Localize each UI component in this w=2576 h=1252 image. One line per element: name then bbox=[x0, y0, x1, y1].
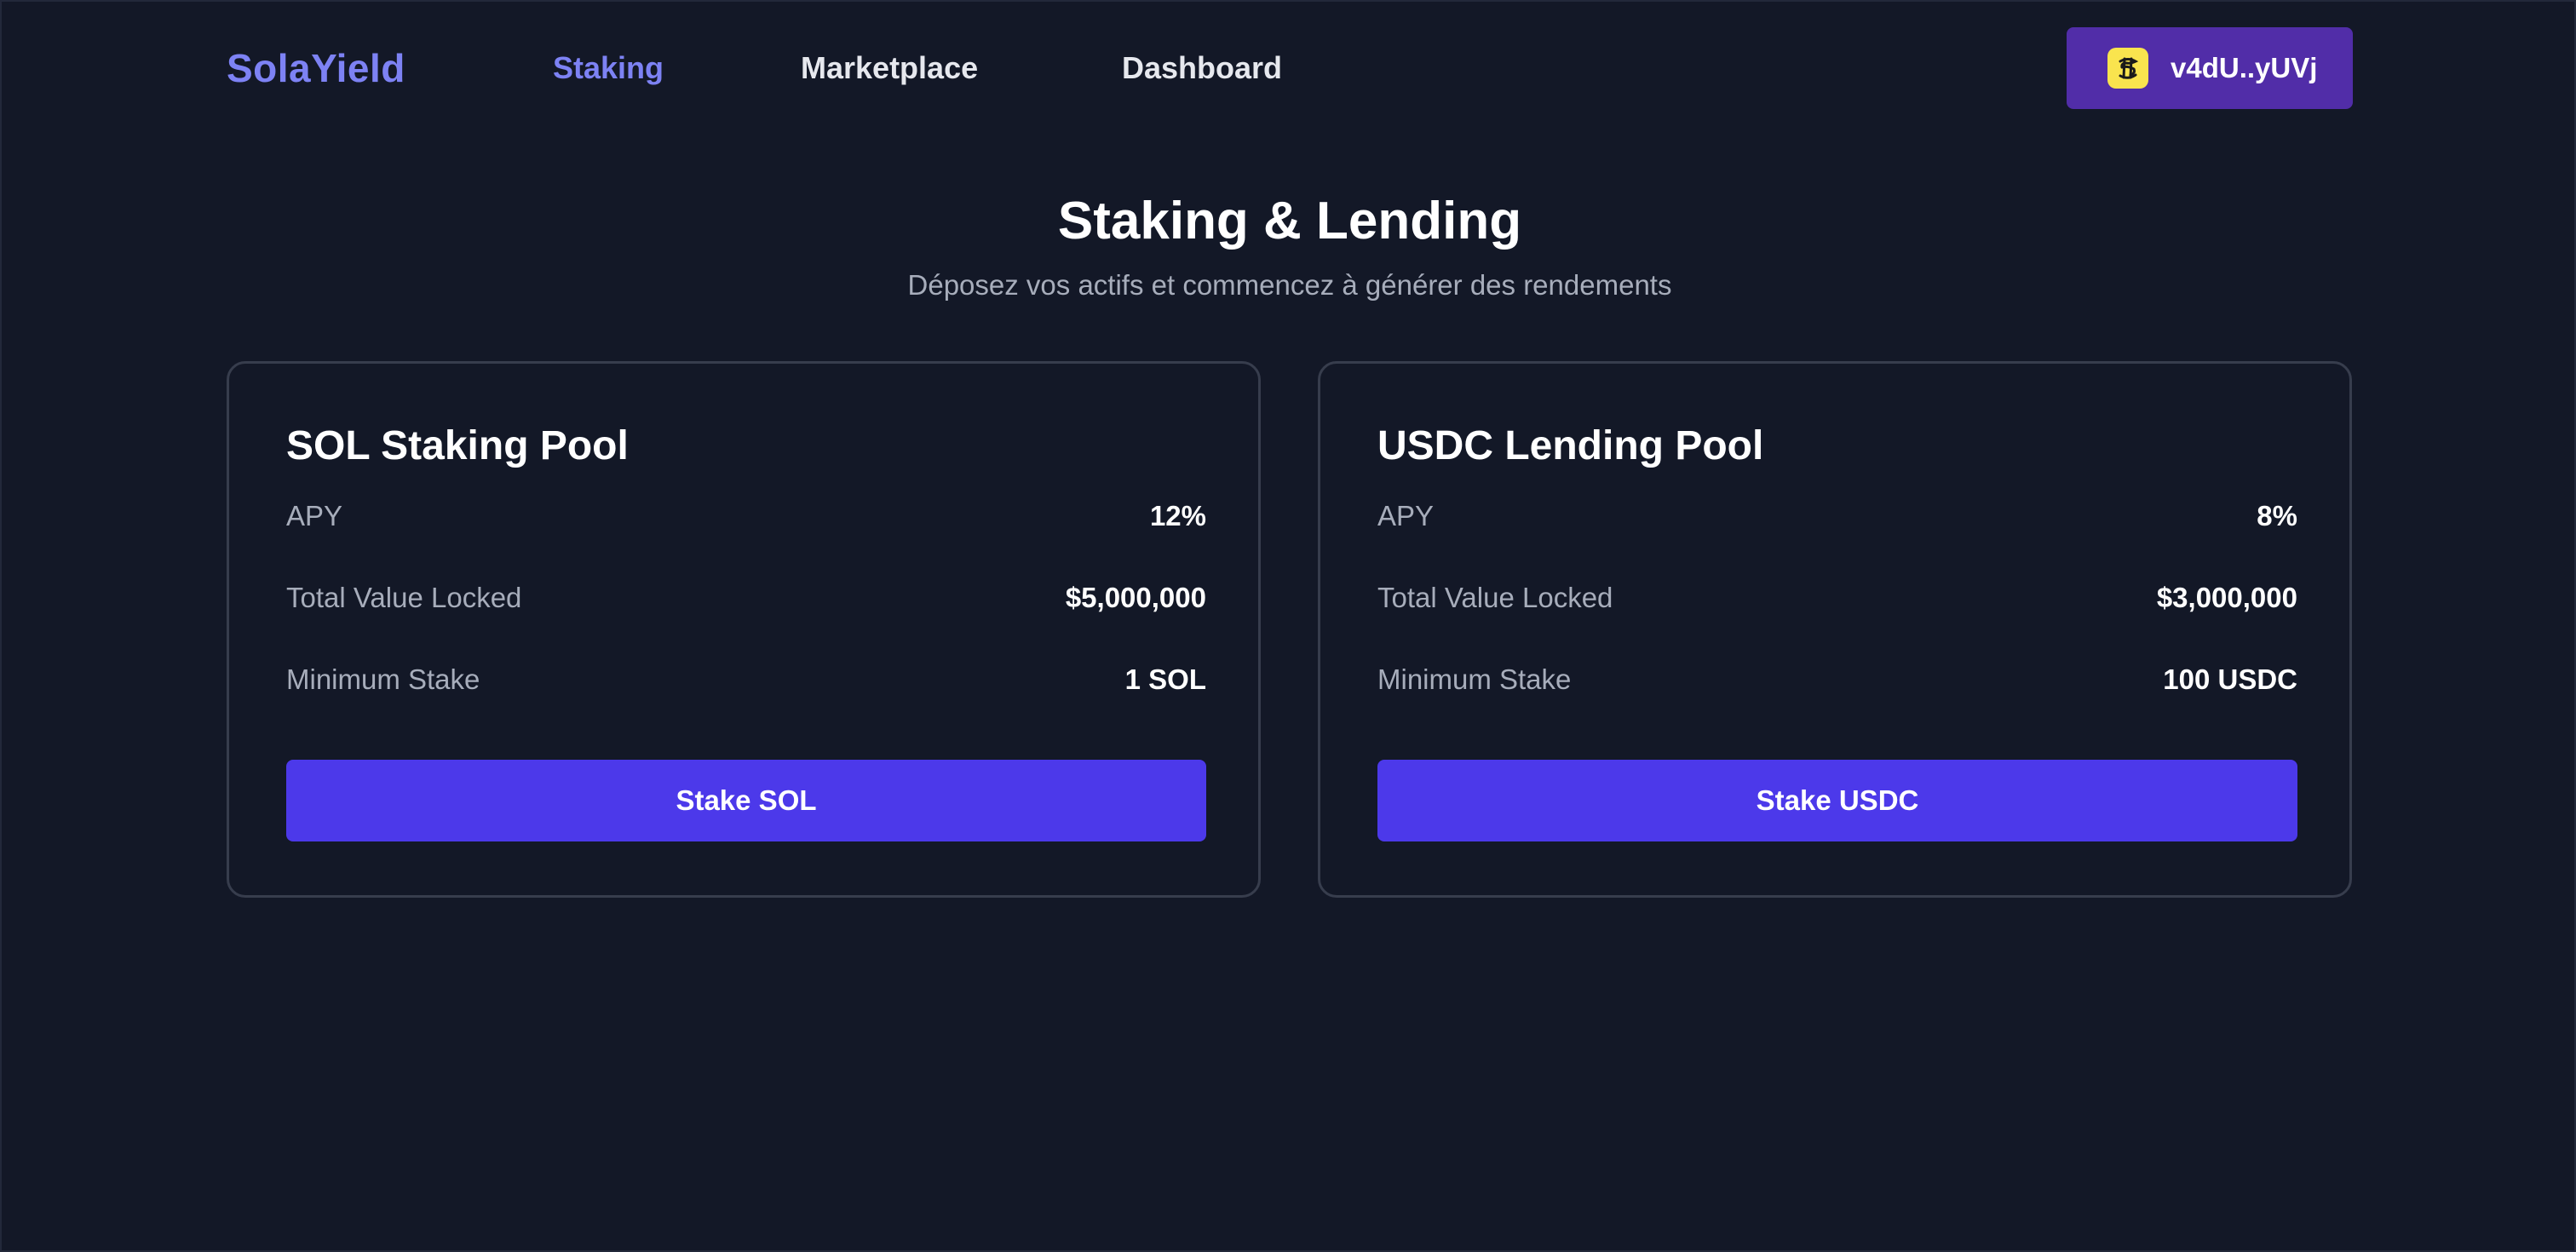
stat-value: 8% bbox=[2257, 500, 2297, 531]
stat-label: Minimum Stake bbox=[1377, 663, 1572, 695]
pool-card-sol: SOL Staking Pool APY 12% Total Value Loc… bbox=[227, 361, 1261, 898]
stat-label: APY bbox=[286, 500, 343, 531]
solana-wallet-icon bbox=[2107, 48, 2148, 89]
pool-stat-row-min-stake: Minimum Stake 1 SOL bbox=[286, 661, 1206, 698]
pool-card-title: SOL Staking Pool bbox=[286, 423, 629, 468]
pool-stat-row-apy: APY 8% bbox=[1377, 497, 2297, 535]
stat-value: $3,000,000 bbox=[2156, 582, 2297, 613]
page-subtitle: Déposez vos actifs et commencez à génére… bbox=[907, 269, 1672, 301]
nav-link-marketplace[interactable]: Marketplace bbox=[801, 49, 978, 88]
pool-stat-row-tvl: Total Value Locked $3,000,000 bbox=[1377, 579, 2297, 617]
nav-link-staking[interactable]: Staking bbox=[553, 49, 664, 88]
stat-label: Total Value Locked bbox=[1377, 582, 1613, 613]
app-page: SolaYield Staking Marketplace Dashboard … bbox=[0, 0, 2576, 1252]
stat-value: 100 USDC bbox=[2163, 663, 2297, 695]
stake-sol-button[interactable]: Stake SOL bbox=[286, 760, 1206, 841]
stat-label: Minimum Stake bbox=[286, 663, 480, 695]
stat-value: $5,000,000 bbox=[1065, 582, 1206, 613]
pool-stat-row-tvl: Total Value Locked $5,000,000 bbox=[286, 579, 1206, 617]
stat-label: APY bbox=[1377, 500, 1435, 531]
pool-stat-row-apy: APY 12% bbox=[286, 497, 1206, 535]
brand-logo[interactable]: SolaYield bbox=[227, 44, 405, 92]
nav-link-dashboard[interactable]: Dashboard bbox=[1122, 49, 1282, 88]
pool-card-title: USDC Lending Pool bbox=[1377, 423, 1764, 468]
stake-usdc-button[interactable]: Stake USDC bbox=[1377, 760, 2297, 841]
page-title: Staking & Lending bbox=[1057, 192, 1522, 250]
pool-card-usdc: USDC Lending Pool APY 8% Total Value Loc… bbox=[1318, 361, 2352, 898]
pool-stat-row-min-stake: Minimum Stake 100 USDC bbox=[1377, 661, 2297, 698]
stat-value: 1 SOL bbox=[1124, 663, 1206, 695]
stat-label: Total Value Locked bbox=[286, 582, 522, 613]
wallet-address-label: v4dU..yUVj bbox=[2171, 52, 2318, 83]
stat-value: 12% bbox=[1149, 500, 1206, 531]
wallet-connect-button[interactable]: v4dU..yUVj bbox=[2067, 27, 2353, 109]
top-navbar: SolaYield Staking Marketplace Dashboard … bbox=[2, 2, 2576, 135]
